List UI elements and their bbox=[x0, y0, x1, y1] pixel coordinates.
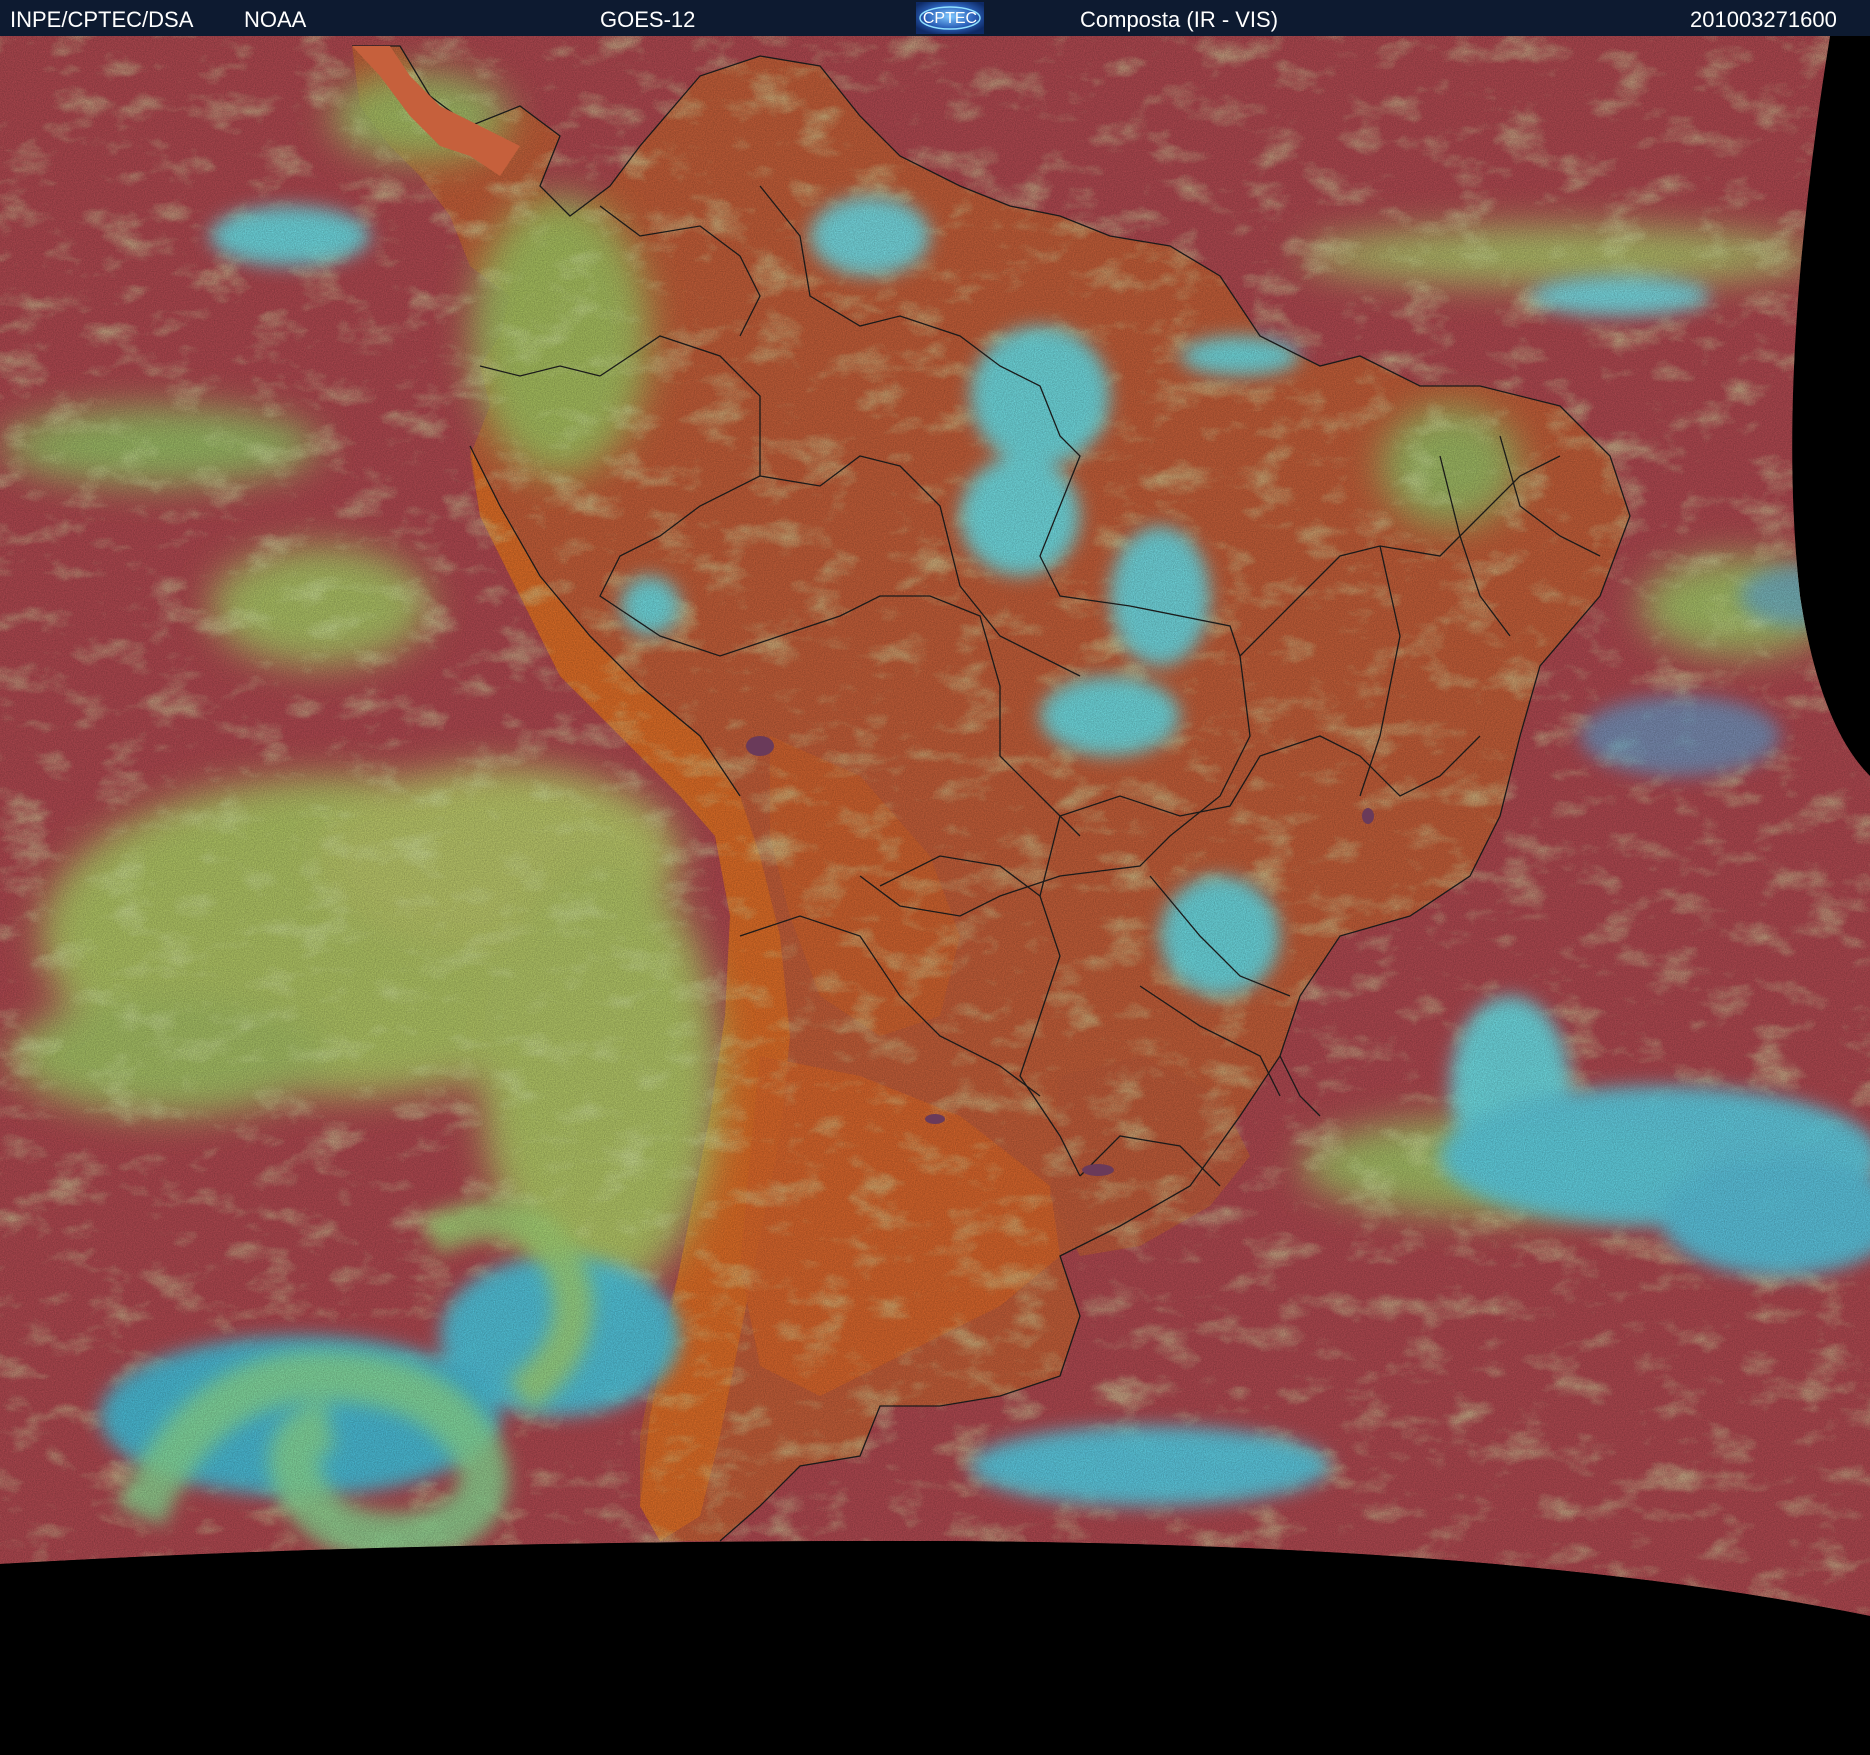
agency-label: NOAA bbox=[244, 7, 307, 32]
cptec-logo: CPTEC bbox=[916, 2, 984, 34]
logo-text: CPTEC bbox=[923, 10, 977, 27]
title-bar: INPE/CPTEC/DSA NOAA GOES-12 CPTEC Compos… bbox=[0, 0, 1870, 36]
earth-disk bbox=[0, 36, 1870, 1616]
satellite-label: GOES-12 bbox=[600, 7, 696, 32]
institution-label: INPE/CPTEC/DSA bbox=[10, 7, 194, 32]
satellite-composite-map bbox=[0, 36, 1870, 1750]
timestamp-label: 201003271600 bbox=[1690, 7, 1837, 32]
product-label: Composta (IR - VIS) bbox=[1080, 7, 1279, 32]
pixel-texture bbox=[0, 36, 1870, 1616]
